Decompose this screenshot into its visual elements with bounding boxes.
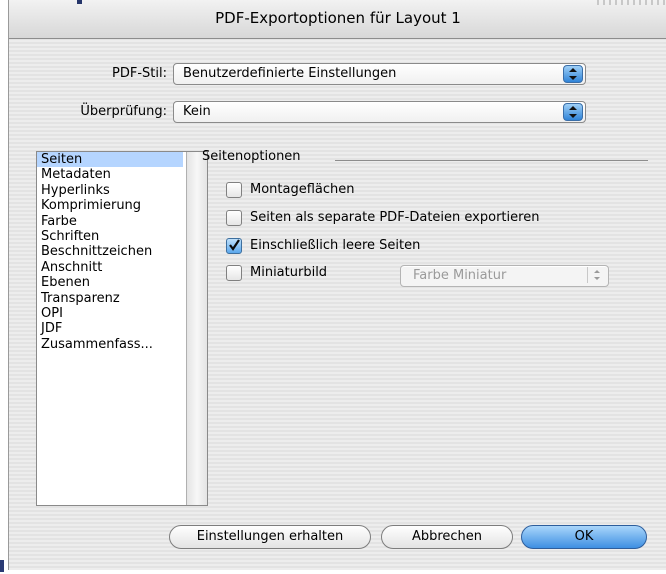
checkbox-leere-seiten[interactable] xyxy=(226,238,242,254)
list-item-schriften[interactable]: Schriften xyxy=(37,229,183,244)
option-label-montageflaechen: Montageflächen xyxy=(250,182,355,197)
check-select[interactable]: Kein xyxy=(173,101,586,123)
list-item-opi[interactable]: OPI xyxy=(37,306,183,321)
popup-arrows-icon xyxy=(563,103,583,121)
option-label-separate-pdf: Seiten als separate PDF-Dateien exportie… xyxy=(250,210,540,225)
list-item-ebenen[interactable]: Ebenen xyxy=(37,275,183,290)
list-item-anschnitt[interactable]: Anschnitt xyxy=(37,260,183,275)
checkbox-montageflaechen[interactable] xyxy=(226,182,242,198)
pdf-style-select[interactable]: Benutzerdefinierte Einstellungen xyxy=(173,63,586,85)
pdf-style-label: PDF-Stil: xyxy=(112,66,167,81)
window-title: PDF-Exportoptionen für Layout 1 xyxy=(215,9,461,27)
list-item-transparenz[interactable]: Transparenz xyxy=(37,291,183,306)
list-item-zusammenfassung[interactable]: Zusammenfass... xyxy=(37,337,183,352)
list-item-metadaten[interactable]: Metadaten xyxy=(37,167,183,182)
export-dialog: PDF-Exportoptionen für Layout 1 PDF-Stil… xyxy=(8,0,666,570)
section-divider xyxy=(335,160,648,161)
title-bar[interactable]: PDF-Exportoptionen für Layout 1 xyxy=(9,0,666,39)
option-label-leere-seiten: Einschließlich leere Seiten xyxy=(250,238,421,253)
section-title: Seitenoptionen xyxy=(202,149,301,164)
thumbnail-value: Farbe Miniatur xyxy=(413,268,507,283)
popup-arrows-icon xyxy=(563,65,583,83)
list-item-hyperlinks[interactable]: Hyperlinks xyxy=(37,183,183,198)
list-item-komprimierung[interactable]: Komprimierung xyxy=(37,198,183,213)
list-item-farbe[interactable]: Farbe xyxy=(37,214,183,229)
popup-arrows-icon xyxy=(587,267,606,283)
checkbox-separate-pdf[interactable] xyxy=(226,210,242,226)
ok-button[interactable]: OK xyxy=(521,525,647,549)
pdf-style-value: Benutzerdefinierte Einstellungen xyxy=(183,66,397,81)
list-scrollbar[interactable] xyxy=(186,152,207,505)
window-corner-mark xyxy=(0,560,4,572)
keep-settings-button[interactable]: Einstellungen erhalten xyxy=(169,525,371,549)
check-label: Überprüfung: xyxy=(80,104,167,119)
list-item-beschnittzeichen[interactable]: Beschnittzeichen xyxy=(37,244,183,259)
list-item-seiten[interactable]: Seiten xyxy=(37,152,183,168)
category-list[interactable]: Seiten Metadaten Hyperlinks Komprimierun… xyxy=(36,151,208,506)
checkmark-icon xyxy=(229,239,240,251)
cancel-button[interactable]: Abbrechen xyxy=(381,525,513,549)
list-item-jdf[interactable]: JDF xyxy=(37,321,183,336)
window-edge-ruler xyxy=(597,0,666,5)
check-value: Kein xyxy=(183,104,211,119)
window-edge-mark xyxy=(77,0,82,4)
thumbnail-select: Farbe Miniatur xyxy=(400,265,609,287)
checkbox-miniaturbild[interactable] xyxy=(226,265,242,281)
option-label-miniaturbild: Miniaturbild xyxy=(250,265,328,280)
